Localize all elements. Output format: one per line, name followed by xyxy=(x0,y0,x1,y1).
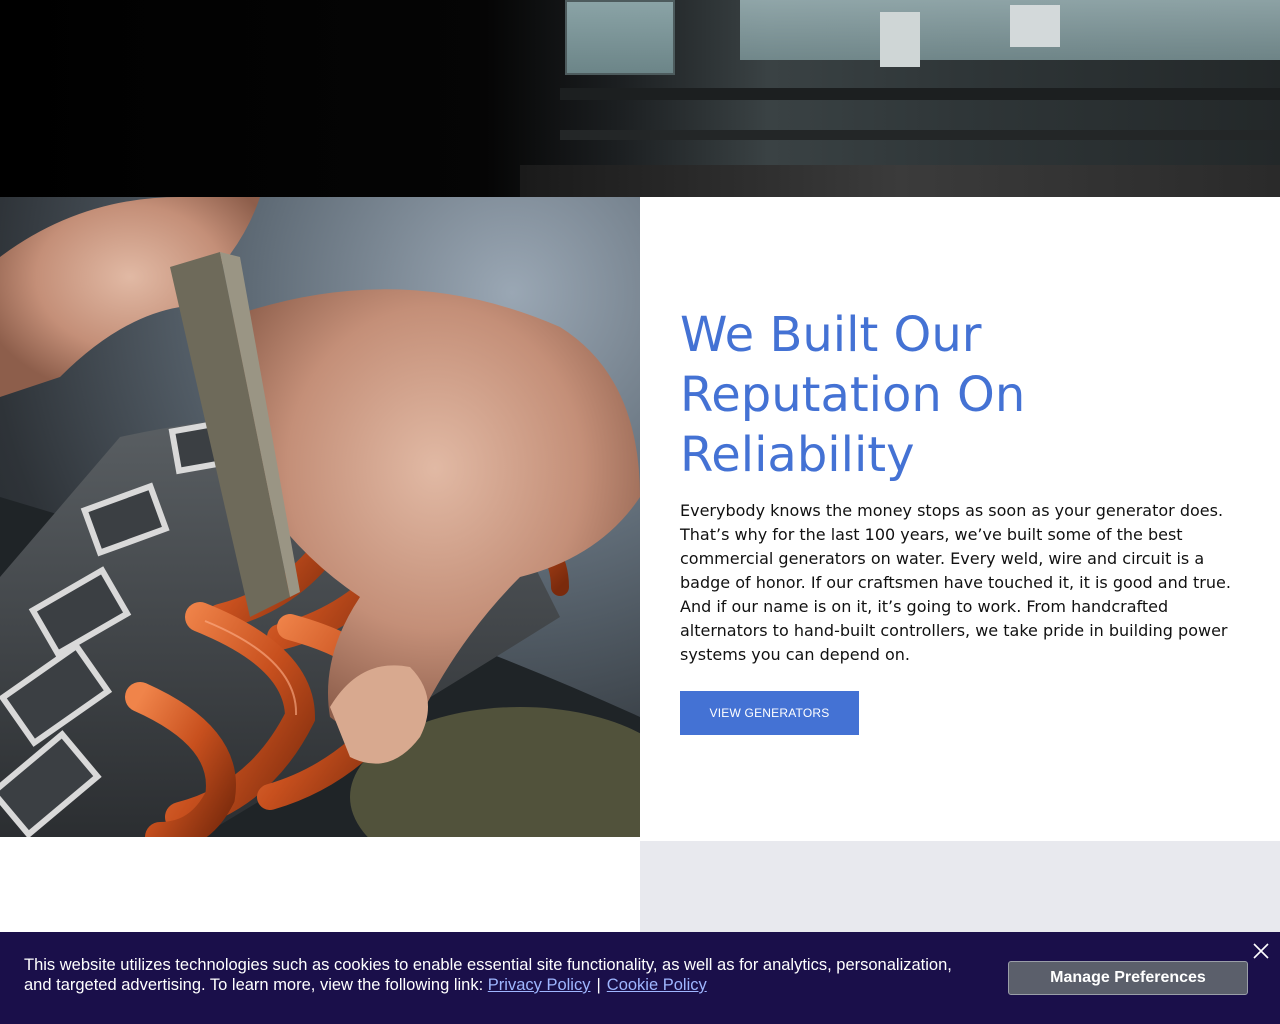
view-generators-button[interactable]: VIEW GENERATORS xyxy=(680,691,859,735)
machine-panel-2 xyxy=(1010,5,1060,47)
lower-left-panel xyxy=(0,837,640,932)
reliability-section: We Built Our Reputation On Reliability E… xyxy=(640,197,1280,841)
cookie-text-line2: and targeted advertising. To learn more,… xyxy=(24,976,488,994)
privacy-policy-link[interactable]: Privacy Policy xyxy=(488,976,591,994)
close-icon[interactable] xyxy=(1252,942,1270,960)
close-icon-glyph xyxy=(1253,943,1269,959)
lower-right-panel xyxy=(640,841,1280,932)
cookie-banner-text: This website utilizes technologies such … xyxy=(24,955,1004,995)
manage-preferences-button[interactable]: Manage Preferences xyxy=(1008,961,1248,995)
machine-rail-lower xyxy=(560,130,1280,140)
link-separator: | xyxy=(596,976,601,994)
cookie-policy-link[interactable]: Cookie Policy xyxy=(607,976,707,994)
section-headline: We Built Our Reputation On Reliability xyxy=(680,307,1026,483)
cookie-banner: This website utilizes technologies such … xyxy=(0,932,1280,1024)
section-body-text: Everybody knows the money stops as soon … xyxy=(680,501,1231,664)
machine-cabinet xyxy=(565,0,675,75)
stator-illustration xyxy=(0,197,640,837)
stator-winding-image xyxy=(0,197,640,837)
cookie-text-line1: This website utilizes technologies such … xyxy=(24,956,952,974)
hero-machinery-image xyxy=(0,0,1280,197)
machine-panel xyxy=(880,12,920,67)
machine-base xyxy=(520,165,1280,197)
machine-rail xyxy=(560,88,1280,100)
